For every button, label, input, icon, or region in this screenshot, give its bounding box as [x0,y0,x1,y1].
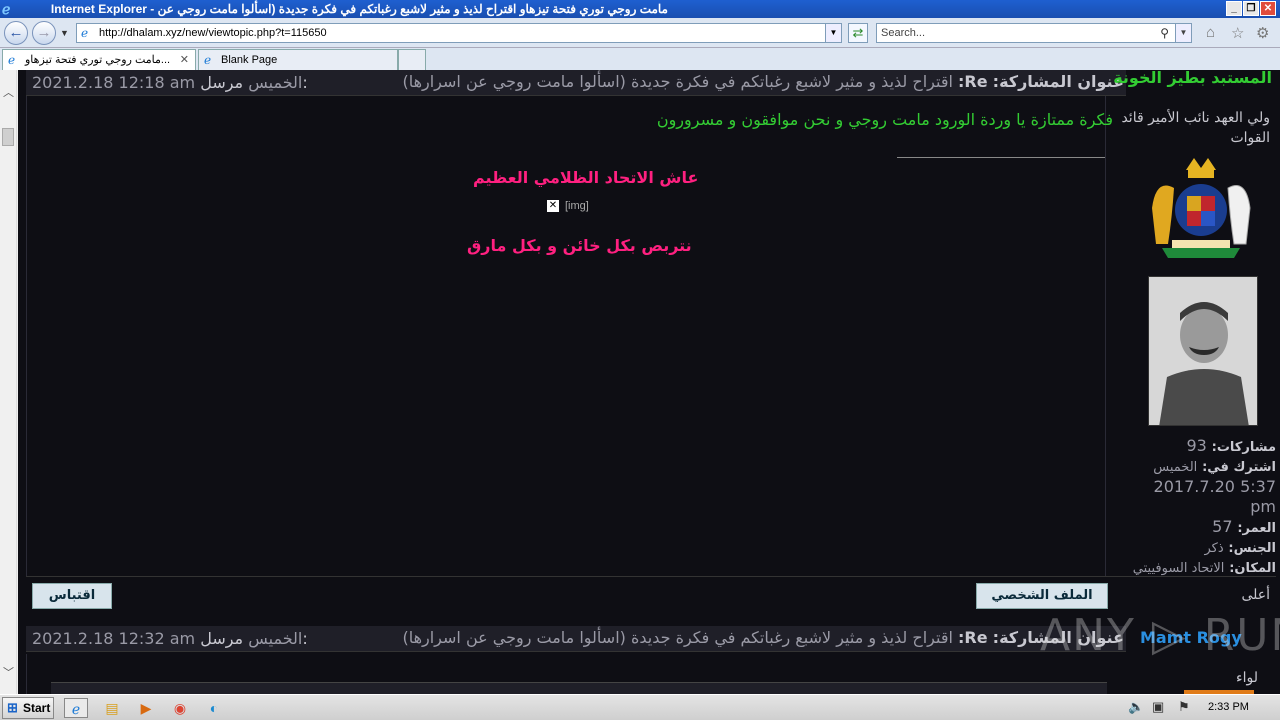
forward-button[interactable]: → [32,21,56,45]
page-icon: ℯ [81,26,89,40]
location-value: الاتحاد السوفييتي [1132,561,1225,576]
page-scrollbar[interactable]: ︿ ﹀ [0,70,17,694]
tab-topic[interactable]: ℯ مامت روجي توري فتحة تيزهاو... ✕ [2,49,196,70]
subject-label: عنوان المشاركة: [992,72,1124,91]
scroll-down-icon[interactable]: ﹀ [3,664,14,680]
subject-re-2: Re: [958,628,988,647]
gender-value: ذكر [1204,541,1224,556]
signature-divider [897,157,1105,158]
address-dropdown-icon[interactable]: ▼ [825,24,841,42]
network-icon[interactable]: ▣ [1152,699,1164,715]
tab-ie-icon: ℯ [204,53,212,67]
gender-label: الجنس: [1228,541,1276,556]
quote-button[interactable]: اقتباس [32,583,112,609]
author-profile: ولي العهد نائب الأمير قائد القوات مشاركا… [1121,96,1278,578]
restore-button[interactable]: ❐ [1243,1,1259,16]
subject-text-2: اقتراح لذيذ و مثير لاشبع رغباتكم في فكرة… [402,628,953,647]
post-date: 2021.2.18 12:18 am الخميس مرسل: [32,73,308,92]
tab-strip: ℯ مامت روجي توري فتحة تيزهاو... ✕ ℯ Blan… [0,48,1280,70]
posts-count: 93 [1186,436,1207,455]
taskbar: ⊞ Start ℯ ▤ ▶ ◉ ◐ 🔈 ▣ ⚑ 2:33 PM [0,694,1280,720]
subject-re: Re: [958,72,988,91]
age-label: العمر: [1237,521,1276,536]
new-tab-button[interactable] [398,49,426,70]
back-button[interactable]: ← [4,21,28,45]
explorer-taskbar-icon[interactable]: ▤ [100,698,124,718]
screen: ℯ مامت روجي توري فتحة تيزهاو اقتراح لذيذ… [0,0,1280,720]
minimize-button[interactable]: _ [1226,1,1242,16]
tab-label: مامت روجي توري فتحة تيزهاو... [25,54,171,66]
location-label: المكان: [1229,561,1276,576]
profile-button[interactable]: الملف الشخصي [976,583,1108,609]
history-dropdown-icon[interactable]: ▼ [60,28,69,38]
post-author[interactable]: المستبد بطيز الخونة [1113,70,1272,87]
broken-image-icon: ✕ [547,200,559,213]
window-titlebar: ℯ مامت روجي توري فتحة تيزهاو اقتراح لذيذ… [0,0,1280,18]
broken-image-label: [img] [565,200,589,212]
author-avatar [1148,276,1258,426]
address-bar[interactable]: ℯ http://dhalam.xyz/new/viewtopic.php?t=… [76,23,842,43]
address-text: http://dhalam.xyz/new/viewtopic.php?t=11… [99,27,327,39]
post-datetime-2: 2021.2.18 12:32 am [32,629,196,648]
avatar-portrait [1149,277,1257,425]
post-2-content-strip [51,682,1107,694]
joined-datetime: 2017.7.20 5:37 pm [1153,477,1276,516]
author-stats: مشاركات: 93 اشترك في: الخميس 2017.7.20 5… [1126,436,1276,578]
settings-gear-icon[interactable]: ⚙ [1256,24,1269,42]
post-message: فكرة ممتازة يا وردة الورود مامت روجي و ن… [656,110,1113,129]
search-icon[interactable]: ⚲ [1160,24,1169,42]
start-button[interactable]: ⊞ Start [2,697,54,719]
ie-logo-icon: ℯ [2,1,11,17]
close-tab-icon[interactable]: ✕ [180,50,189,70]
address-toolbar: ← → ▼ ℯ http://dhalam.xyz/new/viewtopic.… [0,18,1280,48]
home-icon[interactable]: ⌂ [1206,24,1215,41]
chrome-taskbar-icon[interactable]: ◉ [168,698,192,718]
post-subject-2: عنوان المشاركة: Re: اقتراح لذيذ و مثير ل… [402,628,1124,647]
post-day-2: الخميس [248,629,303,648]
signature-image: ✕ [img] [547,200,589,213]
close-window-button[interactable]: ✕ [1260,1,1276,16]
scroll-up-icon[interactable]: ︿ [3,84,14,100]
forum-page: 2021.2.18 12:18 am الخميس مرسل: عنوان ال… [18,70,1280,694]
post-date-2: 2021.2.18 12:32 am الخميس مرسل: [32,629,308,648]
joined-label: اشترك في: [1202,460,1276,475]
royal-coat-of-arms-icon [1152,158,1251,258]
search-box[interactable]: Search... ⚲ ▼ [876,23,1192,43]
edge-taskbar-icon[interactable]: ◐ [202,698,226,718]
post-subject: عنوان المشاركة: Re: اقتراح لذيذ و مثير ل… [402,72,1124,91]
scroll-thumb[interactable] [2,128,14,146]
anyrun-watermark: ANY ▷ RUN [1040,610,1280,661]
author-rank: ولي العهد نائب الأمير قائد القوات [1121,110,1270,146]
start-label: Start [23,701,51,715]
post-header-2: 2021.2.18 12:32 am الخميس مرسل: عنوان ال… [26,626,1126,652]
volume-icon[interactable]: 🔈 [1128,699,1144,715]
ie-taskbar-icon[interactable]: ℯ [64,698,88,718]
refresh-button[interactable]: ⇄ [848,23,868,43]
signature-line-2: نتربص بكل خائن و بكل مارق [467,236,692,255]
back-to-top-link[interactable]: أعلى [1241,587,1270,603]
signature-line-1: عاش الاتحاد الظلامي العظيم [473,168,699,187]
search-placeholder: Search... [881,27,926,39]
window-title: مامت روجي توري فتحة تيزهاو اقتراح لذيذ و… [50,2,668,16]
taskbar-clock[interactable]: 2:33 PM [1208,701,1249,713]
subject-text: اقتراح لذيذ و مثير لاشبع رغباتكم في فكرة… [402,72,953,91]
tab-blank-page[interactable]: ℯ Blank Page [198,49,398,70]
post-datetime: 2021.2.18 12:18 am [32,73,196,92]
author-rank-2: لواء [1236,670,1258,686]
post-header: 2021.2.18 12:18 am الخميس مرسل: عنوان ال… [26,70,1126,96]
post-day: الخميس [248,73,303,92]
tab-ie-icon: ℯ [8,53,16,67]
post-body-2 [26,654,1107,694]
favorites-icon[interactable]: ☆ [1231,24,1244,42]
media-player-taskbar-icon[interactable]: ▶ [134,698,158,718]
post-body: فكرة ممتازة يا وردة الورود مامت روجي و ن… [26,96,1113,576]
windows-logo-icon: ⊞ [7,700,18,715]
posts-label: مشاركات: [1211,440,1276,455]
age-value: 57 [1212,517,1233,536]
joined-day: الخميس [1153,460,1198,475]
tab-label: Blank Page [221,54,278,66]
search-dropdown-icon[interactable]: ▼ [1175,24,1191,42]
action-center-flag-icon[interactable]: ⚑ [1178,699,1190,715]
